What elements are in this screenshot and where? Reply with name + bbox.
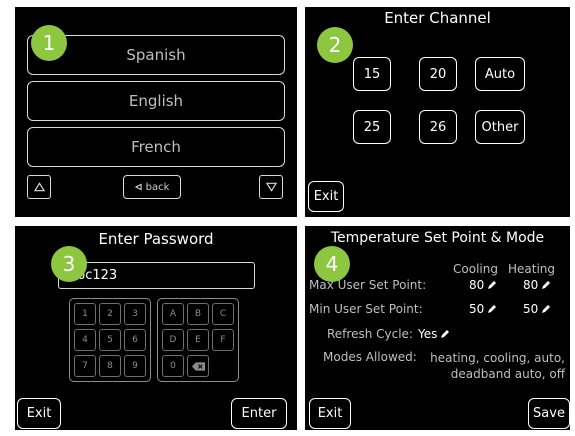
password-input[interactable]: abc123 (58, 262, 255, 289)
channel-26-button[interactable]: 26 (419, 110, 457, 144)
exit-label: Exit (313, 189, 339, 204)
min-heating-value[interactable]: 50 (523, 302, 551, 316)
channel-auto-label: Auto (484, 66, 516, 82)
key-6[interactable]: 6 (124, 329, 146, 351)
min-cooling-value[interactable]: 50 (469, 302, 497, 316)
scroll-down-button[interactable] (259, 175, 283, 199)
triangle-down-icon (265, 182, 277, 192)
language-spanish-label: Spanish (126, 46, 186, 64)
setpoint-panel: Temperature Set Point & Mode 4 Cooling H… (305, 226, 570, 430)
language-french-label: French (131, 138, 181, 156)
setpoint-panel-title: Temperature Set Point & Mode (330, 230, 545, 246)
save-button[interactable]: Save (528, 398, 570, 429)
key-f[interactable]: F (212, 329, 234, 351)
channel-25-button[interactable]: 25 (353, 110, 391, 144)
key-d[interactable]: D (162, 329, 184, 351)
key-8[interactable]: 8 (99, 355, 121, 377)
key-2[interactable]: 2 (99, 303, 121, 325)
triangle-left-icon (134, 183, 142, 191)
max-cooling-value[interactable]: 80 (469, 278, 497, 292)
back-label: back (145, 181, 170, 193)
back-button[interactable]: back (123, 175, 181, 199)
refresh-cycle-text: Yes (418, 327, 438, 341)
key-7[interactable]: 7 (74, 355, 96, 377)
key-9[interactable]: 9 (124, 355, 146, 377)
channel-25-label: 25 (363, 119, 381, 135)
modes-line-1: heating, cooling, auto, (430, 351, 565, 365)
key-a[interactable]: A (162, 303, 184, 325)
key-5[interactable]: 5 (99, 329, 121, 351)
channel-panel-title: Enter Channel (384, 9, 491, 27)
max-heating-number: 80 (523, 278, 539, 292)
heating-column-header: Heating (508, 262, 556, 276)
scroll-up-button[interactable] (27, 175, 51, 199)
save-label: Save (533, 406, 565, 421)
step-badge-2: 2 (317, 27, 353, 63)
key-b[interactable]: B (187, 303, 209, 325)
channel-26-label: 26 (429, 119, 447, 135)
backspace-key[interactable] (187, 355, 209, 377)
language-panel: 1 Spanish English French back (15, 7, 297, 217)
exit-label: Exit (317, 406, 343, 421)
channel-20-button[interactable]: 20 (419, 57, 457, 91)
enter-button[interactable]: Enter (231, 398, 287, 429)
key-4[interactable]: 4 (74, 329, 96, 351)
language-english-label: English (128, 92, 184, 110)
channel-auto-button[interactable]: Auto (475, 57, 525, 91)
key-0[interactable]: 0 (162, 355, 184, 377)
modes-allowed-value[interactable]: heating, cooling, auto, deadband auto, o… (425, 350, 565, 382)
hex-keypad: A B C D E F 0 (157, 298, 239, 382)
pencil-icon (441, 330, 450, 338)
min-heating-number: 50 (523, 302, 539, 316)
pencil-icon (542, 281, 551, 289)
max-cooling-number: 80 (469, 278, 485, 292)
exit-button[interactable]: Exit (308, 181, 344, 212)
min-cooling-number: 50 (469, 302, 485, 316)
pencil-icon (488, 305, 497, 313)
channel-panel: Enter Channel 2 15 20 Auto 25 26 Other E… (305, 7, 570, 217)
key-e[interactable]: E (187, 329, 209, 351)
pencil-icon (488, 281, 497, 289)
exit-button[interactable]: Exit (309, 398, 351, 429)
max-heating-value[interactable]: 80 (523, 278, 551, 292)
key-c[interactable]: C (212, 303, 234, 325)
refresh-cycle-label: Refresh Cycle: (327, 327, 413, 341)
channel-other-label: Other (481, 119, 519, 135)
step-badge-1: 1 (31, 25, 67, 61)
channel-15-button[interactable]: 15 (353, 57, 391, 91)
step-badge-4: 4 (314, 246, 350, 282)
enter-label: Enter (241, 406, 277, 421)
step-badge-3: 3 (51, 246, 87, 282)
channel-20-label: 20 (429, 66, 447, 82)
password-panel-title: Enter Password (98, 230, 214, 248)
language-french-button[interactable]: French (27, 127, 285, 167)
exit-button[interactable]: Exit (17, 398, 61, 429)
key-1[interactable]: 1 (74, 303, 96, 325)
exit-label: Exit (26, 406, 52, 421)
numeric-keypad: 1 2 3 4 5 6 7 8 9 (69, 298, 151, 382)
cooling-column-header: Cooling (453, 262, 498, 276)
language-english-button[interactable]: English (27, 81, 285, 121)
backspace-icon (191, 361, 205, 371)
triangle-up-icon (33, 182, 45, 192)
key-3[interactable]: 3 (124, 303, 146, 325)
password-panel: Enter Password 3 abc123 1 2 3 4 5 6 7 8 … (15, 226, 297, 430)
channel-other-button[interactable]: Other (475, 110, 525, 144)
min-setpoint-label: Min User Set Point: (309, 302, 423, 316)
pencil-icon (542, 305, 551, 313)
modes-allowed-label: Modes Allowed: (323, 350, 417, 364)
refresh-cycle-value[interactable]: Yes (418, 327, 450, 341)
modes-line-2: deadband auto, off (450, 367, 565, 381)
channel-15-label: 15 (363, 66, 381, 82)
